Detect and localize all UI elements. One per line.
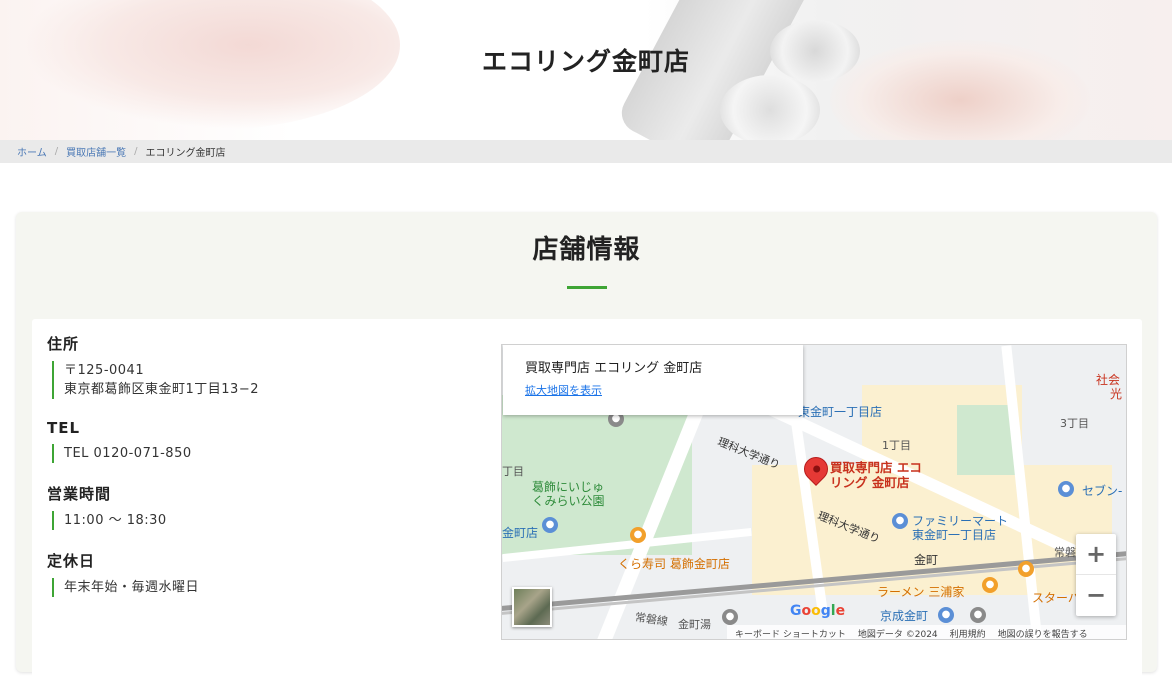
keyboard-shortcuts-link[interactable]: キーボード ショートカット [735,627,846,640]
store-info-card: 店舗情報 住所 〒125-0041 東京都葛飾区東金町1丁目13−2 TEL T… [16,212,1157,679]
page-title: エコリング金町店 [481,47,690,76]
section-title: 店舗情報 [532,235,641,265]
satellite-toggle-button[interactable] [512,587,552,627]
store-info-panel: 住所 〒125-0041 東京都葛飾区東金町1丁目13−2 TEL TEL 01… [32,319,1142,679]
place-icon[interactable]: ● [970,607,986,623]
map-road-label: 理科大学通り [715,435,782,472]
map-label: 3丁目 [1060,417,1089,430]
shopping-icon[interactable]: ● [1058,481,1074,497]
postal-code: 〒125-0041 [64,363,145,378]
map-label: 東金町一丁目店 [912,528,997,542]
title-underline [567,286,607,289]
map-label: 金町店 [502,526,539,540]
map-label: ラーメン 三浦家 [877,585,965,599]
breadcrumb-separator: / [134,146,138,157]
hours-value: 11:00 〜 18:30 [52,511,467,530]
restaurant-icon[interactable]: ● [982,577,998,593]
map-attribution: キーボード ショートカット 地図データ ©2024 利用規約 地図の誤りを報告す… [727,625,1126,640]
store-details: 住所 〒125-0041 東京都葛飾区東金町1丁目13−2 TEL TEL 01… [47,333,467,617]
breadcrumb-current: エコリング金町店 [145,148,226,159]
pin-label: 買取専門店 エコ リング 金町店 [830,460,922,490]
hours-label: 営業時間 [47,485,112,503]
shopping-icon[interactable]: ● [542,517,558,533]
map-label: 丁目 [502,465,524,478]
pin-label-line: リング 金町店 [830,475,910,490]
map-data-credit: 地図データ ©2024 [857,629,938,640]
tel-label: TEL [47,419,81,437]
zoom-controls: + − [1076,534,1116,616]
hero-banner: エコリング金町店 [0,0,1172,140]
breadcrumb-home-link[interactable]: ホーム [17,144,47,159]
enlarge-map-link[interactable]: 拡大地図を表示 [525,382,803,398]
map-label: 金町湯 [678,618,711,631]
map-label: くら寿司 葛飾金町店 [618,557,730,571]
cafe-icon[interactable]: ● [1018,561,1034,577]
zoom-in-button[interactable]: + [1076,534,1116,575]
map-label: くみらい公園 [532,494,605,508]
map-place-name: 買取専門店 エコリング 金町店 [525,361,703,376]
holiday-value: 年末年始・毎週水曜日 [52,578,467,597]
map-label: 常磐線 [634,610,669,629]
restaurant-icon[interactable]: ● [630,527,646,543]
map-label: 1丁目 [882,439,911,452]
train-station-icon[interactable]: ● [938,607,954,623]
map-label: 金町 [914,553,939,567]
map-info-window: 買取専門店 エコリング 金町店 拡大地図を表示 [503,345,803,415]
terms-link[interactable]: 利用規約 [950,627,986,640]
holiday-label: 定休日 [47,552,96,570]
report-error-link[interactable]: 地図の誤りを報告する [998,627,1088,640]
address-label: 住所 [47,335,80,353]
map-label: 京成金町 [880,609,929,623]
zoom-out-button[interactable]: − [1076,575,1116,616]
street-address: 東京都葛飾区東金町1丁目13−2 [64,382,259,397]
pin-label-line: 買取専門店 エコ [830,460,922,475]
map-label: 東金町一丁目店 [798,405,883,419]
address-value: 〒125-0041 東京都葛飾区東金町1丁目13−2 [52,361,467,399]
map-label: 常磐 [1054,546,1076,559]
breadcrumb-separator: / [54,146,59,157]
map-label: 光 [1110,387,1123,401]
breadcrumb-store-list-link[interactable]: 買取店舗一覧 [66,144,126,159]
breadcrumb: ホーム / 買取店舗一覧 / エコリング金町店 [0,140,1172,163]
map-label: セブン- [1082,484,1123,498]
shopping-icon[interactable]: ● [892,513,908,529]
tel-value: TEL 0120-071-850 [52,444,467,463]
google-map[interactable]: 東金町一丁目店 1丁目 3丁目 丁目 理科大学通り 理科大学通り 葛飾にいじゅ … [501,344,1127,640]
place-icon[interactable]: ● [722,609,738,625]
google-logo: Google [790,603,846,619]
hero-background-button [720,75,820,140]
